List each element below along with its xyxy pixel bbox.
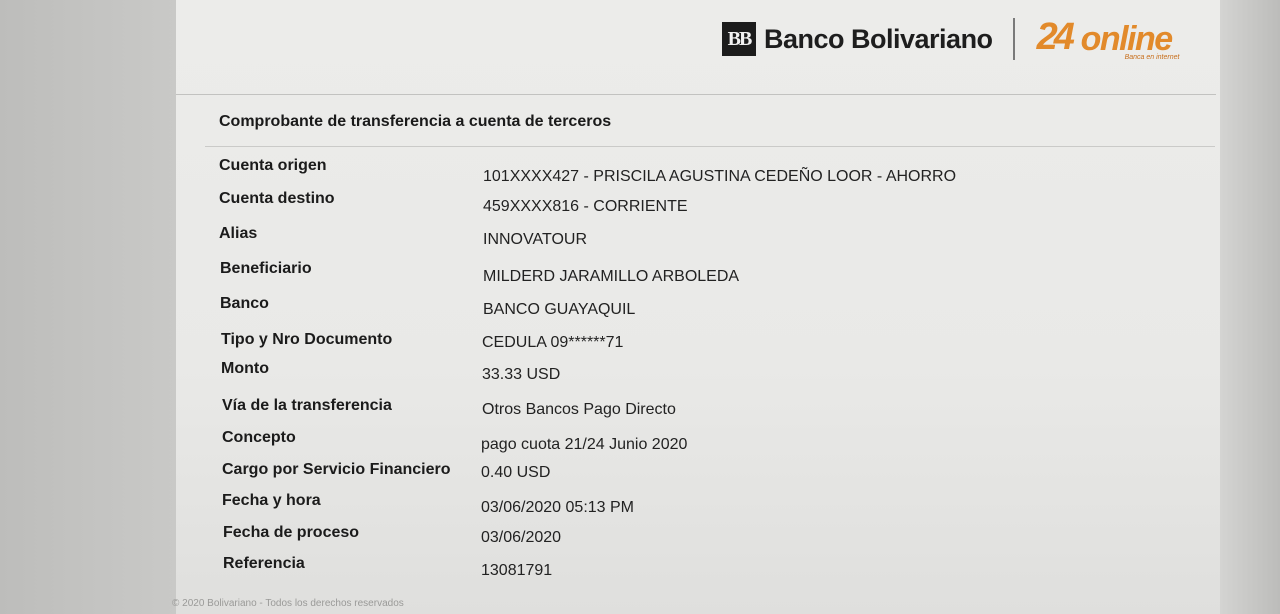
value-fecha-proceso: 03/06/2020 — [481, 529, 562, 546]
label-fecha-proceso: Fecha de proceso — [223, 524, 360, 541]
value-cuenta-destino: 459XXXX816 - CORRIENTE — [483, 198, 688, 215]
label-banco: Banco — [220, 295, 269, 312]
brand-divider — [1012, 18, 1015, 60]
online-logo-tagline: Banca en internet — [1124, 54, 1180, 61]
value-fecha-hora: 03/06/2020 05:13 PM — [481, 499, 635, 516]
label-tipo-documento: Tipo y Nro Documento — [221, 331, 393, 348]
online-logo-number: 24 — [1036, 16, 1075, 58]
label-fecha-hora: Fecha y hora — [222, 492, 321, 509]
value-banco: BANCO GUAYAQUIL — [483, 301, 636, 318]
footer-copyright: © 2020 Bolivariano - Todos los derechos … — [172, 598, 404, 609]
header-divider — [176, 94, 1216, 95]
title-divider — [205, 146, 1215, 147]
online-banking-logo: 24 online Banca en internet — [1037, 14, 1187, 64]
value-cargo-servicio: 0.40 USD — [481, 464, 551, 481]
value-alias: INNOVATOUR — [483, 231, 588, 248]
value-monto: 33.33 USD — [482, 366, 561, 383]
label-via-transferencia: Vía de la transferencia — [222, 397, 392, 414]
value-beneficiario: MILDERD JARAMILLO ARBOLEDA — [483, 268, 740, 285]
value-cuenta-origen: 101XXXX427 - PRISCILA AGUSTINA CEDEÑO LO… — [483, 168, 957, 185]
label-cargo-servicio: Cargo por Servicio Financiero — [222, 461, 451, 478]
receipt-paper — [176, 0, 1220, 614]
label-alias: Alias — [219, 225, 258, 242]
label-cuenta-origen: Cuenta origen — [219, 157, 327, 174]
receipt-title: Comprobante de transferencia a cuenta de… — [219, 113, 612, 130]
bank-logo-icon: BB — [722, 22, 756, 56]
left-background — [0, 0, 176, 614]
value-referencia: 13081791 — [481, 562, 553, 579]
label-referencia: Referencia — [223, 555, 305, 572]
bank-name: Banco Bolivariano — [764, 23, 993, 54]
right-background — [1220, 0, 1280, 614]
value-via-transferencia: Otros Bancos Pago Directo — [482, 401, 676, 418]
value-tipo-documento: CEDULA 09******71 — [482, 334, 624, 351]
value-concepto: pago cuota 21/24 Junio 2020 — [481, 436, 688, 453]
label-concepto: Concepto — [222, 429, 296, 446]
brand-header: BB Banco Bolivariano 24 online Banca en … — [722, 14, 1187, 64]
label-cuenta-destino: Cuenta destino — [219, 190, 335, 207]
label-beneficiario: Beneficiario — [220, 260, 312, 277]
label-monto: Monto — [221, 360, 269, 377]
